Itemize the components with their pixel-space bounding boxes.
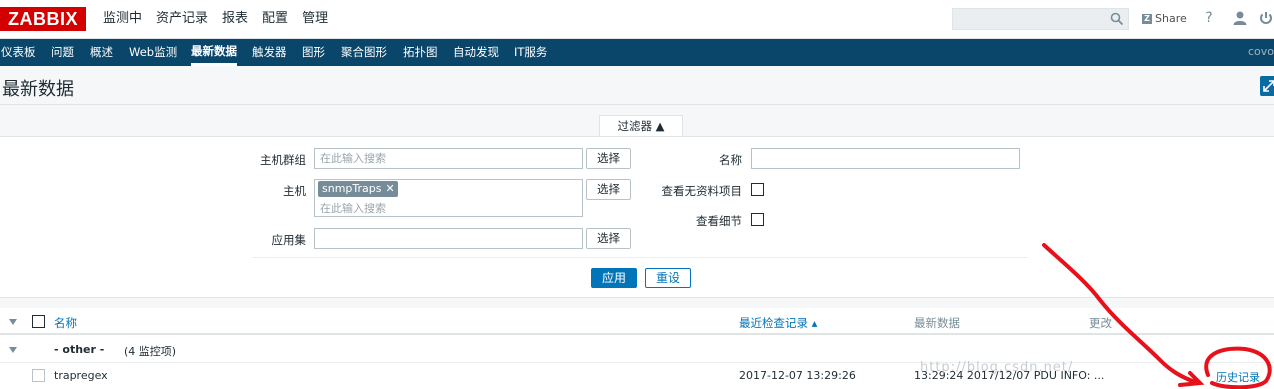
host-group-label: 主机群组 <box>260 153 306 167</box>
host-search-placeholder[interactable]: 在此输入搜索 <box>320 200 386 216</box>
application-input[interactable] <box>314 228 583 249</box>
tab-screens[interactable]: 聚合图形 <box>341 39 387 65</box>
fullscreen-icon[interactable] <box>1260 76 1274 96</box>
application-select-button[interactable]: 选择 <box>586 228 631 249</box>
show-details-label: 查看细节 <box>696 214 742 228</box>
remove-tag-icon[interactable]: ✕ <box>385 181 394 197</box>
host-tag: snmpTraps ✕ <box>318 181 398 197</box>
sub-menu: 仪表板 问题 概述 Web监测 最新数据 触发器 图形 聚合图形 拓扑图 自动发… <box>0 39 1274 66</box>
tab-discovery[interactable]: 自动发现 <box>453 39 499 65</box>
application-label: 应用集 <box>271 233 307 247</box>
show-no-data-label: 查看无资料项目 <box>661 184 743 198</box>
tab-web-monitoring[interactable]: Web监测 <box>129 39 177 65</box>
apply-button[interactable]: 应用 <box>591 268 637 288</box>
collapse-all-icon[interactable] <box>9 319 17 325</box>
tab-it-services[interactable]: IT服务 <box>514 39 547 65</box>
page-title: 最新数据 <box>2 79 74 100</box>
menu-reports[interactable]: 报表 <box>215 0 255 39</box>
tab-latest-data[interactable]: 最新数据 <box>191 39 237 66</box>
tab-graphs[interactable]: 图形 <box>302 39 325 65</box>
menu-monitoring[interactable]: 监测中 <box>96 0 149 39</box>
main-menu: 监测中 资产记录 报表 配置 管理 <box>96 0 335 39</box>
filter-divider <box>252 257 1028 258</box>
name-label: 名称 <box>719 153 742 167</box>
share-label: Share <box>1155 12 1187 25</box>
name-input[interactable] <box>751 148 1020 169</box>
help-icon[interactable]: ? <box>1201 10 1217 26</box>
item-name: trapregex <box>54 369 108 382</box>
menu-administration[interactable]: 管理 <box>295 0 335 39</box>
last-check-time: 2017-12-07 13:29:26 <box>739 369 856 382</box>
menu-inventory[interactable]: 资产记录 <box>149 0 215 39</box>
host-group-select-button[interactable]: 选择 <box>586 148 631 169</box>
tab-problems[interactable]: 问题 <box>51 39 74 65</box>
share-link[interactable]: Z Share <box>1142 12 1187 25</box>
share-icon: Z <box>1142 13 1152 24</box>
filter-tab[interactable]: 过滤器 ▲ <box>599 115 683 137</box>
show-no-data-checkbox[interactable] <box>751 183 764 196</box>
host-tag-label: snmpTraps <box>322 182 382 195</box>
user-name: covo <box>1247 45 1274 58</box>
top-bar: ZABBIX 监测中 资产记录 报表 配置 管理 Z Share ? <box>0 0 1274 39</box>
column-last-value: 最新数据 <box>914 316 960 330</box>
collapse-group-icon[interactable] <box>9 347 17 353</box>
red-annotation-arrow <box>1042 243 1272 389</box>
tab-overview[interactable]: 概述 <box>90 39 113 65</box>
tab-maps[interactable]: 拓扑图 <box>403 39 438 65</box>
column-name[interactable]: 名称 <box>54 315 77 331</box>
reset-button[interactable]: 重设 <box>645 268 691 288</box>
select-all-checkbox[interactable] <box>32 315 45 328</box>
user-profile-icon[interactable] <box>1232 10 1248 26</box>
show-details-checkbox[interactable] <box>751 213 764 226</box>
host-select-button[interactable]: 选择 <box>586 179 631 200</box>
host-group-input[interactable]: 在此输入搜索 <box>314 148 583 169</box>
host-label: 主机 <box>283 184 306 198</box>
zabbix-logo[interactable]: ZABBIX <box>0 7 86 31</box>
tab-dashboard[interactable]: 仪表板 <box>1 39 36 65</box>
column-last-check[interactable]: 最近检查记录 ▴ <box>739 315 817 331</box>
page-header: 最新数据 <box>0 66 1274 104</box>
search-input[interactable] <box>952 8 1129 30</box>
group-name: - other - <box>54 343 105 356</box>
logout-icon[interactable] <box>1258 10 1274 26</box>
menu-configuration[interactable]: 配置 <box>255 0 295 39</box>
tab-triggers[interactable]: 触发器 <box>252 39 287 65</box>
group-count: (4 监控项) <box>124 345 177 358</box>
search-icon[interactable] <box>1110 12 1124 26</box>
row-checkbox[interactable] <box>32 369 45 382</box>
